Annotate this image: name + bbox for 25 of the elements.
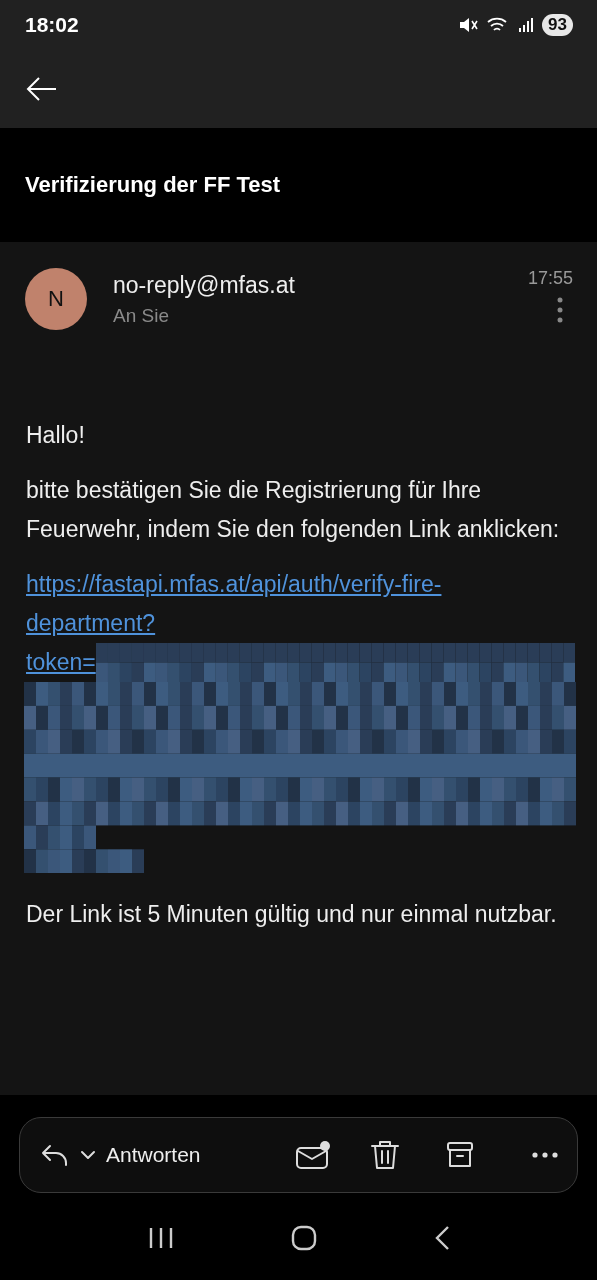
body-paragraph: bitte bestätigen Sie die Registrierung für Ihre Feuerwehr, indem Sie den folgenden Link anklicken: [26, 476, 561, 544]
signal-icon [518, 17, 535, 33]
reply-button[interactable]: Antworten [40, 1142, 201, 1168]
back-button[interactable] [26, 76, 58, 102]
chevron-down-icon [80, 1150, 96, 1160]
sender-address: no-reply@mfas.at [113, 272, 296, 299]
system-back-button[interactable] [433, 1225, 450, 1251]
sender-avatar: N [25, 268, 87, 330]
battery-level: 93 [542, 14, 573, 36]
recipient-label: An Sie [113, 305, 170, 327]
mark-unread-button[interactable] [294, 1140, 331, 1170]
reply-icon [40, 1142, 70, 1168]
email-subject: Verifizierung der FF Test [25, 172, 281, 198]
more-actions-button[interactable] [531, 1152, 558, 1158]
recent-apps-button[interactable] [147, 1226, 174, 1250]
verification-link[interactable]: https://fastapi.mfas.at/api/auth/verify-fire-department? [26, 565, 526, 643]
home-button[interactable] [290, 1225, 317, 1251]
link-token-text[interactable]: token= [26, 643, 96, 682]
message-time: 17:55 [527, 268, 573, 289]
archive-button[interactable] [445, 1140, 474, 1170]
delete-button[interactable] [369, 1139, 400, 1171]
validity-note: Der Link ist 5 Minuten gültig und nur einmal nutzbar. [26, 900, 558, 929]
mute-icon [458, 16, 479, 34]
status-time: 18:02 [25, 13, 79, 37]
greeting-text: Hallo! [26, 421, 86, 450]
